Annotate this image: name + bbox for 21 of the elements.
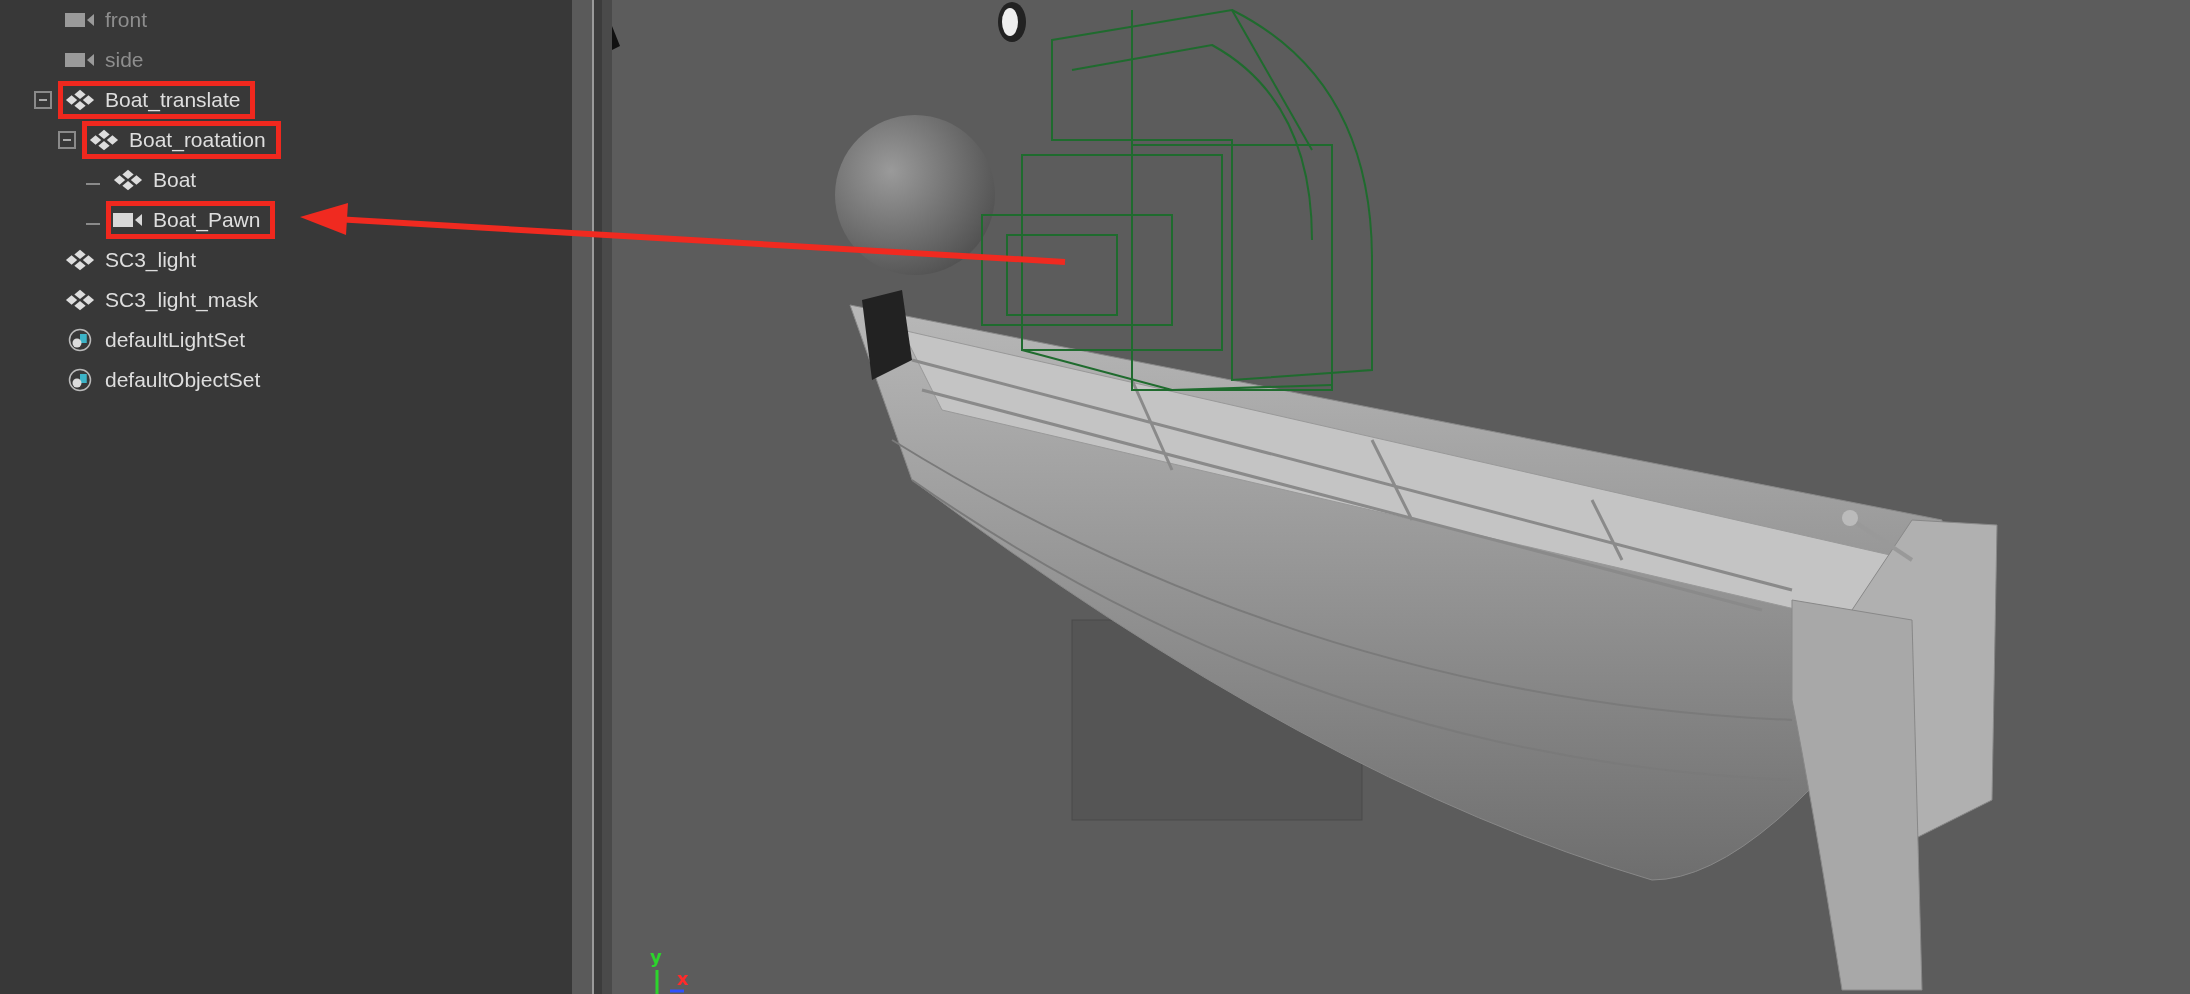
transform-node-icon	[113, 168, 143, 192]
transform-node-icon	[89, 128, 119, 152]
transform-node-icon	[65, 248, 95, 272]
collapse-toggle-icon[interactable]	[58, 131, 76, 149]
outliner-item[interactable]: Boat	[153, 168, 197, 192]
outliner-item[interactable]: Boat_roatation	[129, 128, 266, 152]
transform-node-icon	[65, 288, 95, 312]
outliner-item[interactable]: defaultObjectSet	[105, 368, 261, 392]
outliner-item[interactable]: defaultLightSet	[105, 328, 246, 352]
outliner-item[interactable]: front	[105, 8, 148, 32]
collapse-toggle-icon[interactable]	[34, 91, 52, 109]
axis-label: y	[650, 946, 662, 967]
transform-node-icon	[65, 88, 95, 112]
outliner-item[interactable]: Boat_Pawn	[153, 208, 261, 232]
scrollbar[interactable]	[572, 0, 612, 994]
axis-label: x	[677, 968, 689, 989]
outliner-item[interactable]: SC3_light_mask	[105, 288, 258, 312]
light-object-drawing	[998, 2, 1026, 42]
outliner-item[interactable]: SC3_light	[105, 248, 197, 272]
outliner-item[interactable]: Boat_translate	[105, 88, 241, 112]
outliner-item[interactable]: side	[105, 48, 144, 72]
